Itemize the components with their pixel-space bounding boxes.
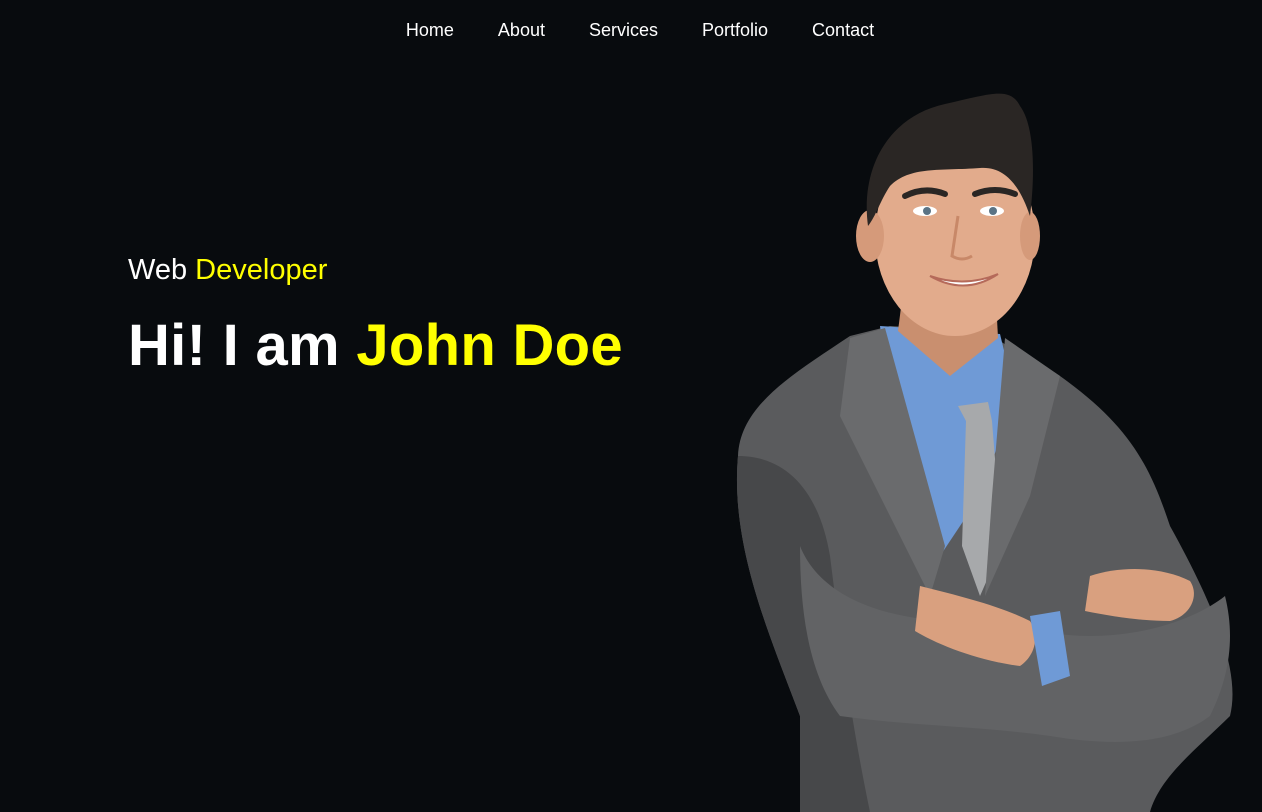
nav-menu: Home About Services Portfolio Contact	[384, 0, 896, 60]
nav-item-about: About	[476, 0, 567, 60]
nav-link-services[interactable]: Services	[567, 0, 680, 60]
portrait-pupil-left	[923, 207, 931, 215]
hero-headline-prefix: Hi! I am	[128, 313, 340, 378]
nav-link-home[interactable]: Home	[384, 0, 476, 60]
nav-item-contact: Contact	[790, 0, 896, 60]
nav-link-about[interactable]: About	[476, 0, 567, 60]
portrait-ear-right	[1020, 212, 1040, 260]
portrait-pupil-right	[989, 207, 997, 215]
page: Home About Services Portfolio Contact We…	[0, 0, 1262, 812]
hero-portrait-image	[736, 93, 1233, 812]
hero-subtitle: Web Developer	[128, 254, 327, 287]
hero-headline-name: John Doe	[356, 313, 623, 378]
hero-subtitle-prefix: Web	[128, 254, 188, 286]
top-navigation: Home About Services Portfolio Contact	[0, 0, 1262, 60]
hero-subtitle-highlight: Developer	[195, 254, 328, 286]
nav-link-contact[interactable]: Contact	[790, 0, 896, 60]
nav-link-portfolio[interactable]: Portfolio	[680, 0, 790, 60]
hero-headline: Hi! I am John Doe	[128, 312, 623, 379]
nav-item-home: Home	[384, 0, 476, 60]
nav-item-portfolio: Portfolio	[680, 0, 790, 60]
portrait-hand-right	[1085, 569, 1194, 621]
nav-item-services: Services	[567, 0, 680, 60]
